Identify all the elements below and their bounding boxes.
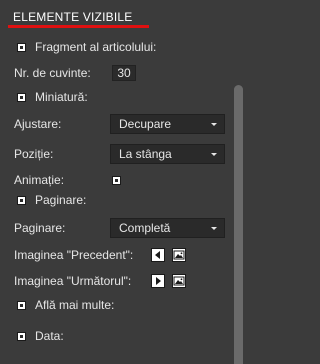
animation-label: Animație: xyxy=(14,173,65,187)
adjust-label: Ajustare: xyxy=(14,117,62,131)
paging-toggle-label: Paginare: xyxy=(35,193,87,207)
section-title-underline xyxy=(8,25,149,28)
scrollbar-thumb[interactable] xyxy=(234,85,243,364)
chevron-down-icon xyxy=(211,227,217,230)
prev-image-button[interactable] xyxy=(172,248,186,262)
next-image-row: Imaginea "Următorul": xyxy=(14,272,131,290)
visible-elements-panel: ELEMENTE VIZIBILE Fragment al articolulu… xyxy=(0,0,232,364)
next-image-button[interactable] xyxy=(172,274,186,288)
paging-toggle-row: Paginare: xyxy=(17,191,86,209)
read-more-row: Află mai multe: xyxy=(17,296,114,314)
read-more-checkbox[interactable] xyxy=(17,300,26,310)
chevron-down-icon xyxy=(211,123,217,126)
fragment-row: Fragment al articolului: xyxy=(17,38,156,56)
adjust-select-value: Decupare xyxy=(119,117,172,131)
fragment-label: Fragment al articolului: xyxy=(35,40,157,54)
position-label: Poziție: xyxy=(14,147,54,161)
prev-image-label: Imaginea "Precedent": xyxy=(14,248,134,262)
position-row: Poziție: xyxy=(14,145,53,163)
adjust-select[interactable]: Decupare xyxy=(110,114,225,134)
read-more-label: Află mai multe: xyxy=(35,298,115,312)
word-count-label: Nr. de cuvinte: xyxy=(14,66,91,80)
thumbnail-label: Miniatură: xyxy=(35,90,88,104)
arrow-right-icon xyxy=(156,277,161,285)
thumbnail-row: Miniatură: xyxy=(17,88,88,106)
next-image-label: Imaginea "Următorul": xyxy=(14,274,132,288)
thumbnail-checkbox[interactable] xyxy=(17,92,26,102)
section-title: ELEMENTE VIZIBILE xyxy=(13,10,133,24)
paging-label: Paginare: xyxy=(14,221,66,235)
fragment-checkbox[interactable] xyxy=(17,42,26,52)
animation-checkbox[interactable] xyxy=(112,176,121,185)
image-icon xyxy=(173,250,185,260)
date-row: Data: xyxy=(17,327,64,345)
paging-select-value: Completă xyxy=(119,221,171,235)
date-checkbox[interactable] xyxy=(17,331,26,341)
position-select[interactable]: La stânga xyxy=(110,144,225,164)
animation-row: Animație: xyxy=(14,171,64,189)
word-count-row: Nr. de cuvinte: xyxy=(14,64,91,82)
prev-arrow-button[interactable] xyxy=(151,248,165,262)
word-count-input[interactable]: 30 xyxy=(112,65,136,81)
adjust-row: Ajustare: xyxy=(14,115,61,133)
position-select-value: La stânga xyxy=(119,147,172,161)
prev-image-row: Imaginea "Precedent": xyxy=(14,246,133,264)
arrow-left-icon xyxy=(155,251,160,259)
paging-checkbox[interactable] xyxy=(17,195,26,205)
next-arrow-button[interactable] xyxy=(151,274,165,288)
paging-select[interactable]: Completă xyxy=(110,218,225,238)
paging-row: Paginare: xyxy=(14,219,65,237)
date-label: Data: xyxy=(35,329,64,343)
chevron-down-icon xyxy=(211,153,217,156)
image-icon xyxy=(173,276,185,286)
